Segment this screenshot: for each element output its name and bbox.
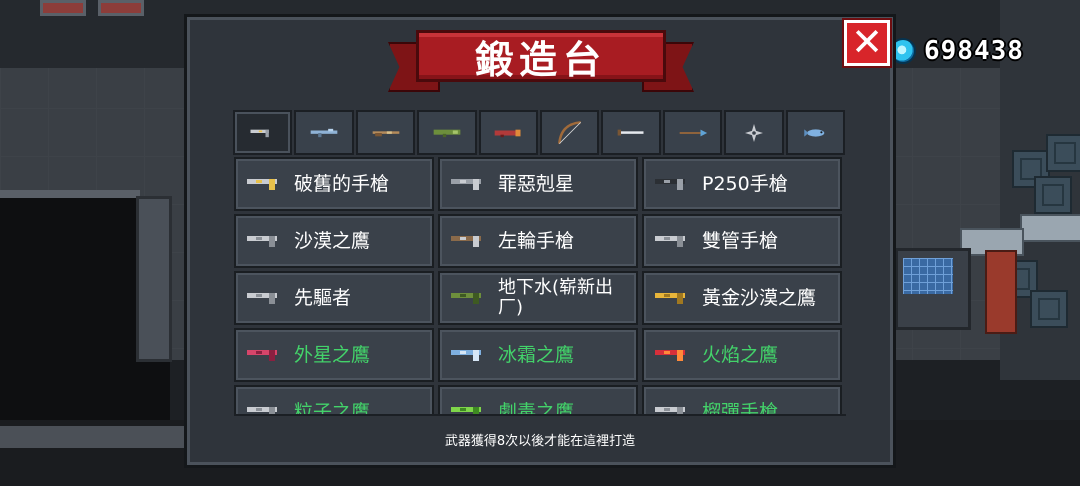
pioneer-icon (247, 293, 277, 304)
shuriken-icon (744, 123, 763, 142)
alien-eagle-icon (247, 350, 277, 361)
weapon-name: 外星之鷹 (294, 343, 371, 366)
weapon-cell[interactable]: 火焰之鷹 (642, 328, 842, 382)
chair (985, 250, 1017, 334)
weapon-name: 左輪手槍 (498, 229, 575, 252)
forge-hint: 武器獲得8次以後才能在這裡打造 (444, 434, 636, 449)
weapon-cell[interactable]: 外星之鷹 (234, 328, 434, 382)
weapon-cell[interactable]: 破舊的手槍 (234, 157, 434, 211)
tab-launcher[interactable] (417, 110, 477, 155)
weapon-name: 地下水(崭新出厂) (498, 277, 614, 318)
frost-eagle-icon (451, 350, 481, 361)
tab-shotgun[interactable] (355, 110, 416, 155)
terminal-screen (903, 258, 953, 294)
weapon-cell[interactable]: 左輪手槍 (438, 214, 638, 268)
weapon-cell[interactable]: 罪惡剋星 (438, 157, 638, 211)
golden-eagle-icon (655, 293, 685, 304)
fish-icon (804, 128, 825, 137)
bow-icon (557, 120, 581, 144)
weapon-cell[interactable]: 黃金沙漠之鷹 (642, 271, 842, 325)
weapon-cell[interactable]: P250手槍 (642, 157, 842, 211)
weapon-name: 冰霜之鷹 (498, 343, 575, 366)
title-ribbon: 鍛造台 (388, 28, 694, 98)
launcher-icon (433, 129, 461, 137)
weapon-name: 沙漠之鷹 (294, 229, 371, 252)
ribbon-banner: 鍛造台 (416, 30, 666, 82)
bad-pistol-icon (451, 179, 481, 190)
tab-bow[interactable] (540, 110, 600, 155)
weapon-cell[interactable]: 劇毒之鷹 (438, 385, 638, 414)
weapon-cell[interactable]: 沙漠之鷹 (234, 214, 434, 268)
weapon-cell[interactable]: 雙管手槍 (642, 214, 842, 268)
weapon-name: 粒子之鷹 (294, 400, 371, 414)
double-barrel-icon (655, 236, 685, 247)
supply-box (1046, 134, 1080, 172)
gem-counter: 698438 (890, 36, 1024, 66)
crate (98, 0, 144, 16)
weapon-cell[interactable]: 先驅者 (234, 271, 434, 325)
pillar (136, 196, 172, 362)
tab-spear[interactable] (662, 110, 723, 155)
tab-rocket[interactable] (478, 110, 539, 155)
spear-icon (679, 129, 707, 136)
weapon-name: 先驅者 (294, 286, 352, 309)
uzi-icon (451, 293, 481, 304)
list-divider (234, 414, 846, 416)
weapon-name: 火焰之鷹 (702, 343, 779, 366)
tab-sword[interactable] (601, 110, 661, 155)
pistol-icon (250, 129, 269, 137)
supply-box (1034, 176, 1072, 214)
shotgun-icon (372, 130, 399, 136)
revolver-icon (451, 236, 481, 247)
wall-ledge (0, 190, 140, 198)
sword-icon (617, 129, 644, 135)
weapon-grid: 破舊的手槍 罪惡剋星 P250手槍沙漠之鷹 左輪手槍 雙管手槍先驅者 地下水(崭新出厂) 黃… (234, 157, 846, 414)
weapon-list[interactable]: 破舊的手槍 罪惡剋星 P250手槍沙漠之鷹 左輪手槍 雙管手槍先驅者 地下水(崭新出厂) 黃… (234, 157, 846, 414)
weapon-name: 黃金沙漠之鷹 (702, 286, 817, 309)
crate (40, 0, 86, 16)
weapon-category-tabs (233, 110, 846, 155)
rifle-icon (310, 128, 338, 137)
desert-eagle-icon (247, 236, 277, 247)
weapon-cell[interactable]: 粒子之鷹 (234, 385, 434, 414)
tab-pistol[interactable] (233, 110, 293, 155)
close-button[interactable]: ✕ (842, 18, 892, 68)
particle-eagle-icon (247, 407, 277, 414)
weapon-cell[interactable]: 榴彈手槍 (642, 385, 842, 414)
weapon-name: 罪惡剋星 (498, 172, 575, 195)
weapon-name: 雙管手槍 (702, 229, 779, 252)
weapon-cell[interactable]: 地下水(崭新出厂) (438, 271, 638, 325)
p250-icon (655, 179, 685, 190)
tab-shuriken[interactable] (724, 110, 784, 155)
weapon-cell[interactable]: 冰霜之鷹 (438, 328, 638, 382)
gas-tank (1020, 214, 1080, 242)
poison-eagle-icon (451, 407, 481, 414)
supply-box (1030, 290, 1068, 328)
weapon-name: 破舊的手槍 (294, 172, 390, 195)
old-pistol-icon (247, 179, 277, 190)
page-title: 鍛造台 (474, 37, 607, 82)
fire-eagle-icon (655, 350, 685, 361)
grenade-pistol-icon (655, 407, 685, 414)
rocket-icon (494, 129, 521, 137)
close-icon: ✕ (851, 20, 883, 64)
tab-rifle[interactable] (294, 110, 354, 155)
tab-fish[interactable] (785, 110, 846, 155)
gem-count: 698438 (924, 36, 1024, 66)
weapon-name: 榴彈手槍 (702, 400, 779, 414)
weapon-name: P250手槍 (702, 172, 788, 195)
weapon-name: 劇毒之鷹 (498, 400, 575, 414)
